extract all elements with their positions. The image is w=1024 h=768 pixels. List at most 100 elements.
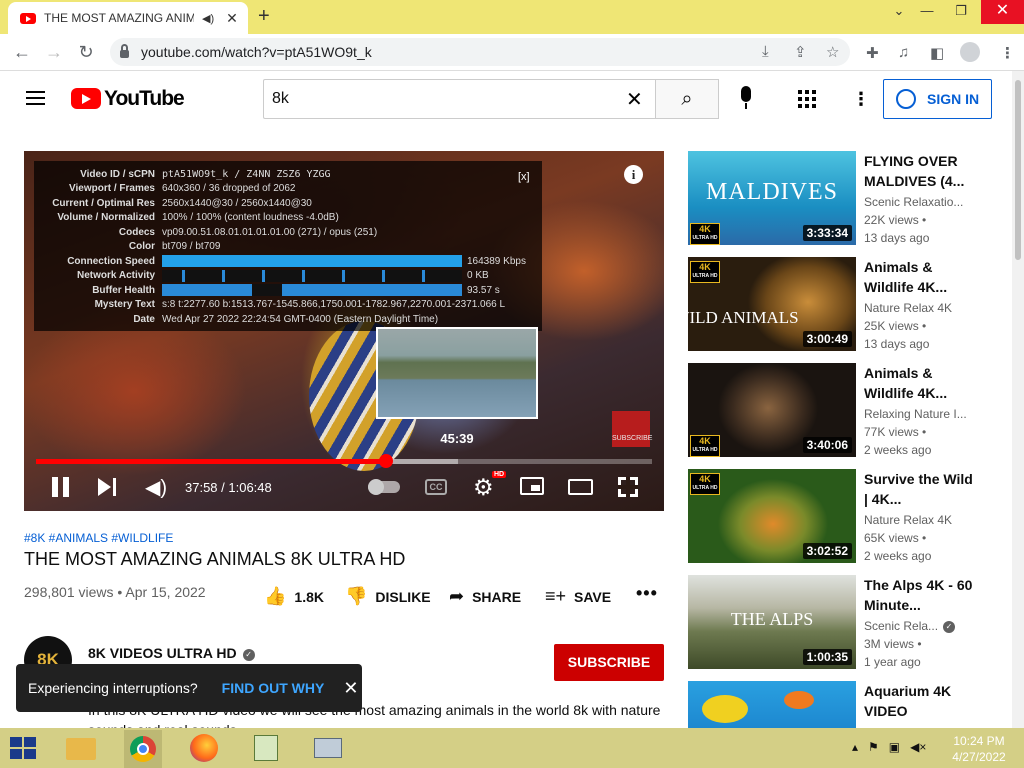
browser-menu-icon[interactable]: ⋮ xyxy=(1000,44,1015,62)
apps-grid-icon[interactable] xyxy=(798,90,816,108)
hashtags-link[interactable]: #8K #ANIMALS #WILDLIFE xyxy=(24,531,173,545)
tab-audio-icon[interactable]: ◀) xyxy=(202,12,214,25)
sign-in-label: SIGN IN xyxy=(927,91,980,107)
share-icon[interactable]: ⇪ xyxy=(794,43,807,61)
extensions-icon[interactable]: ✚ xyxy=(866,44,879,62)
save-button[interactable]: ≡+ SAVE xyxy=(545,586,611,607)
time-display: 37:58 / 1:06:48 xyxy=(185,480,272,495)
scrollbar-thumb[interactable] xyxy=(1015,80,1021,260)
system-tray-icons[interactable]: ▴ ⚑ ▣ ◀× xyxy=(852,740,926,754)
fish-graphic xyxy=(784,691,814,709)
reload-icon[interactable]: ↻ xyxy=(75,42,97,63)
share-button[interactable]: ➦ SHARE xyxy=(449,586,521,607)
microphone-icon[interactable] xyxy=(738,86,754,112)
thumbnail[interactable]: MALDIVES 4K ULTRA HD 3:33:34 xyxy=(688,151,856,245)
back-arrow-icon[interactable]: ← xyxy=(11,42,33,63)
youtube-logo-icon[interactable] xyxy=(71,88,101,109)
search-clear-icon[interactable]: ✕ xyxy=(626,87,643,112)
stats-row: Color bt709 / bt709 xyxy=(34,240,542,255)
recommendation-title: Animals & Wildlife 4K... xyxy=(864,259,948,295)
network-monitor-icon[interactable] xyxy=(310,732,346,764)
4k-badge: 4K ULTRA HD xyxy=(690,261,720,283)
pause-icon[interactable] xyxy=(52,477,70,497)
stats-row: Current / Optimal Res 2560x1440@30 / 2560… xyxy=(34,196,542,211)
stats-row: Buffer Health 93.57 s xyxy=(34,283,542,298)
settings-gear-icon[interactable]: ⚙ xyxy=(473,474,494,501)
stats-label: Codecs xyxy=(118,226,155,238)
minimize-button[interactable]: — xyxy=(910,0,944,24)
forward-arrow-icon[interactable]: → xyxy=(43,42,65,63)
channel-name[interactable]: 8K VIDEOS ULTRA HD ✓ xyxy=(88,645,255,661)
recommendation-item[interactable]: MALDIVES 4K ULTRA HD 3:33:34 FLYING OVER … xyxy=(688,151,1008,245)
search-button[interactable]: ⌕ xyxy=(655,79,719,119)
thumbnail[interactable]: 4K ULTRA HD 3:02:52 xyxy=(688,469,856,563)
stats-label: Color xyxy=(128,241,155,253)
window-close-button[interactable]: ✕ xyxy=(981,0,1024,24)
verified-check-icon: ✓ xyxy=(943,621,955,633)
dislike-button[interactable]: 👎 DISLIKE xyxy=(345,586,431,607)
file-explorer-icon[interactable] xyxy=(64,732,100,764)
subscribe-button[interactable]: SUBSCRIBE xyxy=(554,644,664,681)
install-icon[interactable]: ⤓ xyxy=(762,43,769,60)
info-icon[interactable]: i xyxy=(624,165,643,184)
youtube-logo-text[interactable]: YouTube xyxy=(104,87,185,111)
find-out-why-link[interactable]: FIND OUT WHY xyxy=(222,680,325,696)
recommendation-item[interactable]: 4K ULTRA HD 3:40:06 Animals & Wildlife 4K… xyxy=(688,363,1008,457)
stats-label: Current / Optimal Res xyxy=(52,197,155,209)
windows-start-icon[interactable] xyxy=(10,737,38,761)
captions-button[interactable]: CC xyxy=(425,479,447,495)
scrubber-handle[interactable] xyxy=(379,454,393,468)
stats-value: ptA51WO9t_k / Z4NN ZSZ6 YZGG xyxy=(162,168,331,180)
tab-close-button[interactable]: ✕ xyxy=(226,10,238,27)
restore-button[interactable]: ❐ xyxy=(944,0,978,24)
recommendation-views: 77K views • xyxy=(864,425,927,439)
thumbs-up-icon: 👍 xyxy=(264,586,287,606)
subscribe-watermark[interactable]: SUBSCRIBE xyxy=(612,411,652,447)
chrome-taskbar-button[interactable] xyxy=(124,730,162,768)
thumbnail[interactable]: 4K ULTRA HD 3:40:06 xyxy=(688,363,856,457)
taskbar-clock[interactable]: 10:24 PM 4/27/2022 xyxy=(950,733,1008,765)
progress-played xyxy=(36,459,386,464)
bookmark-star-icon[interactable]: ☆ xyxy=(826,43,839,61)
fullscreen-icon[interactable] xyxy=(618,477,638,497)
like-button[interactable]: 👍 1.8K xyxy=(264,586,324,607)
new-tab-button[interactable]: + xyxy=(258,5,270,28)
more-actions-button[interactable]: ••• xyxy=(636,583,658,604)
dislike-label: DISLIKE xyxy=(375,588,431,605)
volume-icon[interactable]: ◀) xyxy=(145,475,167,500)
clock-date: 4/27/2022 xyxy=(952,750,1006,764)
recommendation-item[interactable]: WILD ANIMALS 4KULTRA HD 3:00:49 Animals … xyxy=(688,257,1008,351)
stats-label: Volume / Normalized xyxy=(57,212,155,224)
side-panel-icon[interactable]: ◧ xyxy=(930,44,944,62)
firefox-icon[interactable] xyxy=(186,732,222,764)
recommendation-item[interactable]: THE ALPS 1:00:35 The Alps 4K - 60 Minute… xyxy=(688,575,1008,669)
url-text: youtube.com/watch?v=ptA51WO9t_k xyxy=(141,44,372,60)
toast-close-icon[interactable]: ✕ xyxy=(343,678,358,699)
notepad-chart-icon[interactable] xyxy=(248,732,284,764)
recommendation-item[interactable]: 4K ULTRA HD 3:02:52 Survive the Wild | 4K… xyxy=(688,469,1008,563)
search-input[interactable]: 8k xyxy=(263,79,656,119)
duration-badge: 3:33:34 xyxy=(802,225,852,241)
thumbnail[interactable] xyxy=(688,681,856,728)
theater-mode-icon[interactable] xyxy=(568,479,593,495)
profile-avatar-icon[interactable] xyxy=(960,42,980,62)
recommendation-item[interactable]: Aquarium 4K VIDEO (ULTRA... xyxy=(688,681,1008,728)
network-activity-graph xyxy=(162,269,462,282)
browser-tab[interactable]: THE MOST AMAZING ANIM ◀) ✕ xyxy=(8,2,248,34)
thumbnail[interactable]: WILD ANIMALS 4KULTRA HD 3:00:49 xyxy=(688,257,856,351)
media-control-icon[interactable]: ♫ xyxy=(898,44,909,61)
thumbnail[interactable]: THE ALPS 1:00:35 xyxy=(688,575,856,669)
stats-row: Connection Speed 164389 Kbps xyxy=(34,254,542,269)
hamburger-menu-icon[interactable] xyxy=(26,91,45,105)
stats-row: Video ID / sCPN ptA51WO9t_k / Z4NN ZSZ6 Y… xyxy=(34,167,542,182)
sign-in-button[interactable]: SIGN IN xyxy=(883,79,992,119)
miniplayer-icon[interactable] xyxy=(520,477,544,495)
video-player[interactable]: Video ID / sCPN ptA51WO9t_k / Z4NN ZSZ6 Y… xyxy=(24,151,664,511)
next-video-icon[interactable] xyxy=(98,478,118,496)
settings-menu-icon[interactable]: ⋮ xyxy=(852,89,870,110)
stats-close-button[interactable]: [x] xyxy=(518,171,530,183)
stats-label: Buffer Health xyxy=(92,284,155,296)
autoplay-toggle[interactable] xyxy=(368,479,400,495)
address-bar[interactable]: youtube.com/watch?v=ptA51WO9t_k xyxy=(110,38,850,66)
scrub-preview-time: 45:39 xyxy=(440,431,474,446)
